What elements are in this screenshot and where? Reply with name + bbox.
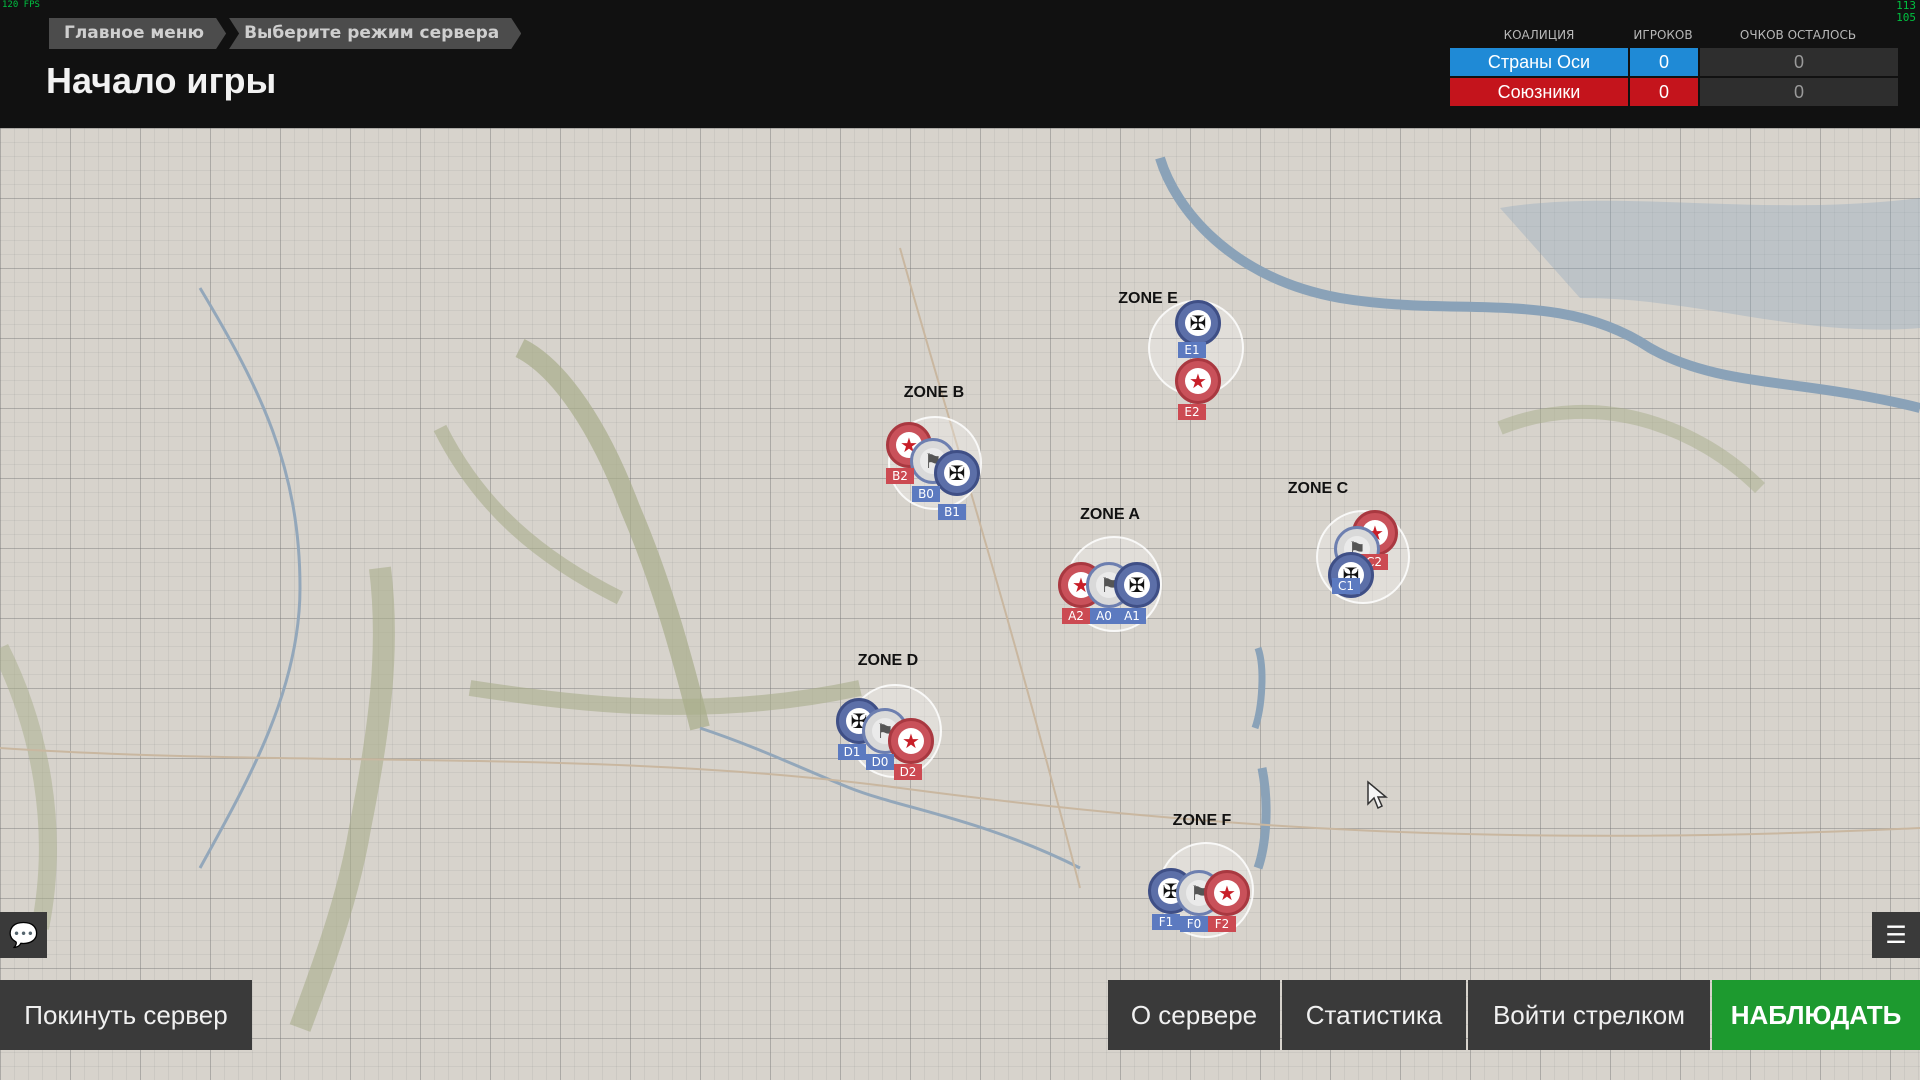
breadcrumb-main-menu[interactable]: Главное меню (49, 18, 226, 49)
points-left: 0 (1700, 78, 1898, 106)
forest (1497, 404, 1765, 493)
scoreboard-header: КОАЛИЦИЯ ИГРОКОВ ОЧКОВ ОСТАЛОСЬ (1450, 28, 1898, 46)
zone-marker-tag: D2 (894, 764, 922, 780)
zone-marker-tag: E1 (1178, 342, 1206, 358)
zone-label: ZONE F (1172, 812, 1232, 829)
zone-marker-tag: A1 (1118, 608, 1146, 624)
zone-marker-tag: B1 (938, 504, 966, 520)
list-icon: ☰ (1885, 921, 1907, 949)
zone-c[interactable]: ZONE C ★ ⚑ C2 ✠ C1 (1288, 480, 1420, 630)
zone-f[interactable]: ZONE F ✠ ⚑ ★ F1 F0 F2 (1148, 812, 1268, 942)
coalition-name: Союзники (1450, 78, 1628, 106)
forest (289, 566, 395, 1032)
breadcrumb: Главное меню Выберите режим сервера (49, 18, 524, 49)
header-coalition: КОАЛИЦИЯ (1503, 28, 1575, 42)
top-bar: 120 FPS 113 105 Главное меню Выберите ре… (0, 0, 1920, 128)
scoreboard-row-allies: Союзники 0 0 (1450, 78, 1898, 106)
header-players: ИГРОКОВ (1633, 28, 1693, 42)
zone-marker-tag: B2 (886, 468, 914, 484)
zone-marker-tag: F0 (1180, 916, 1208, 932)
fps-counter-right: 113 105 (1896, 0, 1916, 24)
star-icon: ★ (1175, 358, 1221, 404)
join-gunner-button[interactable]: Войти стрелком (1468, 980, 1710, 1050)
header-points-left: ОЧКОВ ОСТАЛОСЬ (1739, 28, 1857, 42)
scoreboard: КОАЛИЦИЯ ИГРОКОВ ОЧКОВ ОСТАЛОСЬ Страны О… (1450, 28, 1898, 106)
zone-marker-tag: D0 (866, 754, 894, 770)
zone-marker-tag: F2 (1208, 916, 1236, 932)
list-button[interactable]: ☰ (1872, 912, 1920, 958)
forest (0, 643, 57, 930)
zone-b[interactable]: ZONE B ★ ⚑ ✠ B2 B0 B1 (886, 384, 1006, 524)
player-count: 0 (1630, 78, 1698, 106)
zone-marker-tag: A0 (1090, 608, 1118, 624)
zone-marker-tag: E2 (1178, 404, 1206, 420)
zone-e[interactable]: ZONE E ✠ E1 ★ E2 (1118, 290, 1248, 420)
lake (1251, 646, 1266, 730)
zone-marker-tag: C1 (1332, 578, 1360, 594)
points-left: 0 (1700, 48, 1898, 76)
forest (515, 339, 710, 731)
star-icon: ★ (888, 718, 934, 764)
map[interactable] (0, 128, 1920, 1080)
road (0, 747, 1920, 837)
page-title: Начало игры (46, 60, 277, 101)
chat-icon: 💬 (8, 921, 39, 949)
player-count: 0 (1630, 48, 1698, 76)
spectate-button[interactable]: НАБЛЮДАТЬ (1712, 980, 1920, 1050)
zone-a[interactable]: ZONE A ★ ⚑ ✠ A2 A0 A1 (1058, 506, 1188, 636)
cross-icon: ✠ (1114, 562, 1160, 608)
scoreboard-row-axis: Страны Оси 0 0 (1450, 48, 1898, 76)
statistics-button[interactable]: Статистика (1282, 980, 1466, 1050)
chat-button[interactable]: 💬 (0, 912, 47, 958)
cross-icon: ✠ (934, 450, 980, 496)
fps-value-2: 105 (1896, 11, 1916, 24)
fps-counter: 120 FPS (2, 0, 40, 10)
zone-marker-tag: F1 (1152, 914, 1180, 930)
terrain-layer (0, 156, 1920, 1032)
cursor-icon (1367, 780, 1388, 810)
forest (468, 680, 862, 715)
about-server-button[interactable]: О сервере (1108, 980, 1280, 1050)
zone-label: ZONE C (1287, 480, 1349, 497)
star-icon: ★ (1204, 870, 1250, 916)
zone-marker-tag: B0 (912, 486, 940, 502)
zone-d[interactable]: ZONE D ✠ ⚑ ★ D1 D0 D2 (836, 652, 956, 792)
zone-label: ZONE D (857, 652, 919, 669)
zone-label: ZONE A (1080, 506, 1140, 523)
leave-server-button[interactable]: Покинуть сервер (0, 980, 252, 1050)
breadcrumb-server-mode[interactable]: Выберите режим сервера (229, 18, 521, 49)
cross-icon: ✠ (1175, 300, 1221, 346)
stream (198, 287, 302, 869)
zone-marker-tag: D1 (838, 744, 866, 760)
zone-marker-tag: A2 (1062, 608, 1090, 624)
zone-label: ZONE E (1118, 290, 1178, 307)
forest (433, 424, 624, 605)
zone-label: ZONE B (903, 384, 965, 401)
coalition-name: Страны Оси (1450, 48, 1628, 76)
